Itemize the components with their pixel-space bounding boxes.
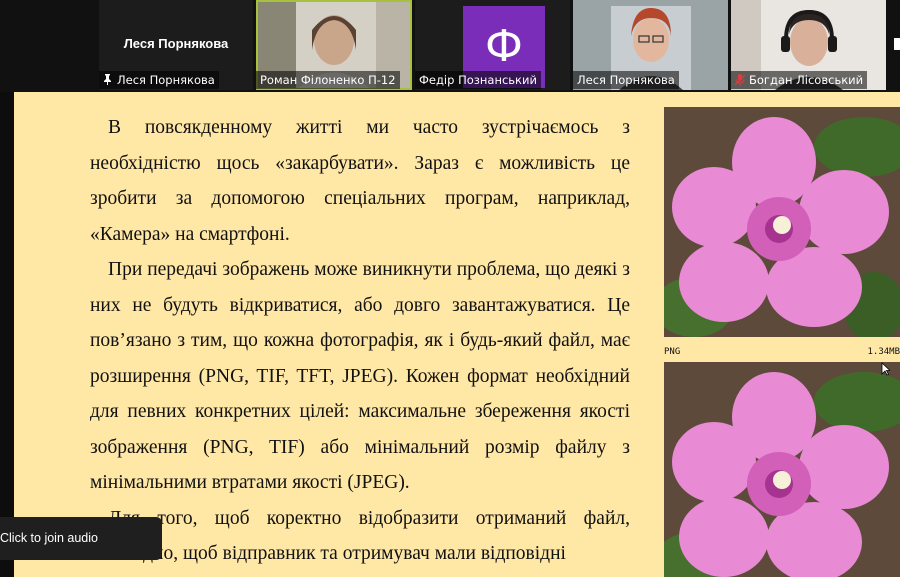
participant-strip: Леся Порнякова Леся Порнякова Роман Філо…: [0, 0, 900, 92]
participant-nameplate: Роман Філоненко П-12: [256, 71, 400, 89]
flower-image-png: [664, 107, 900, 337]
slide-paragraph: Для того, щоб коректно відобразити отрим…: [90, 507, 630, 565]
slide-text: В повсякденному житті ми часто зустрічає…: [90, 110, 630, 572]
join-audio-toast[interactable]: Click to join audio: [0, 517, 162, 560]
participant-nameplate: Федір Познанський: [415, 71, 541, 89]
pin-icon: [104, 74, 111, 85]
participant-nameplate: Богдан Лісовський: [731, 71, 868, 89]
participant-nameplate: Леся Порнякова: [573, 71, 679, 89]
mouse-cursor-icon: [881, 362, 890, 376]
slide-paragraph: В повсякденному житті ми часто зустрічає…: [90, 117, 630, 245]
image-format: PNG: [664, 347, 681, 357]
participant-nameplate: Леся Порнякова: [99, 71, 219, 89]
participant-tile-roman[interactable]: Роман Філоненко П-12: [256, 0, 412, 90]
mic-muted-icon: [735, 74, 745, 86]
image-caption: PNG 1.34MB: [664, 347, 900, 361]
slide-paragraph: При передачі зображень може виникнути пр…: [90, 259, 630, 493]
participant-tile-lesia-video[interactable]: Леся Порнякова: [573, 0, 728, 90]
participant-tile-lesia-name[interactable]: Леся Порнякова Леся Порнякова: [99, 0, 253, 90]
strip-next-arrow[interactable]: [894, 38, 900, 50]
participant-tile-fedir[interactable]: Ф Федір Познанський: [415, 0, 570, 90]
participant-tile-bohdan[interactable]: Богдан Лісовський: [731, 0, 886, 90]
participant-big-name: Леся Порнякова: [123, 36, 229, 51]
flower-image-second: [664, 362, 900, 577]
image-size: 1.34MB: [867, 347, 900, 357]
shared-screen-slide: В повсякденному житті ми часто зустрічає…: [14, 92, 900, 577]
